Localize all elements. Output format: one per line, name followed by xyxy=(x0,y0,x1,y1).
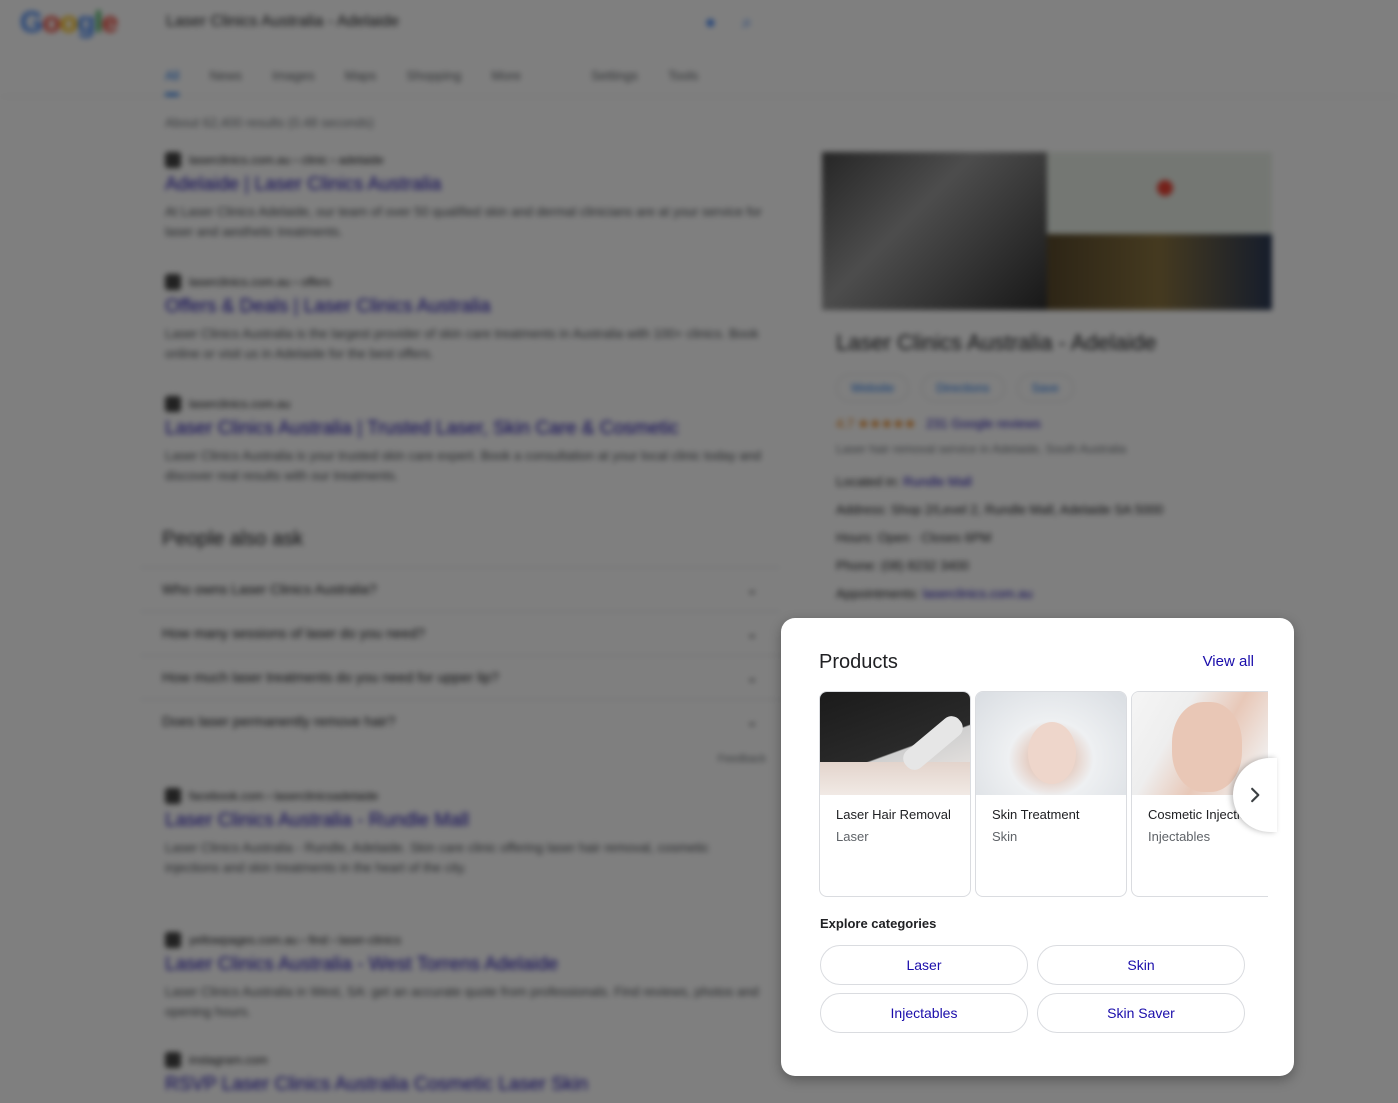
category-chip-injectables[interactable]: Injectables xyxy=(820,993,1028,1033)
view-all-link[interactable]: View all xyxy=(1203,653,1254,670)
product-name: Skin Treatment xyxy=(992,807,1080,822)
category-chip-skin[interactable]: Skin xyxy=(1037,945,1245,985)
products-carousel: Laser Hair Removal Laser Skin Treatment … xyxy=(819,691,1268,899)
product-category: Laser xyxy=(836,829,869,844)
popup-title: Products xyxy=(819,651,898,673)
product-card-laser-hair-removal[interactable]: Laser Hair Removal Laser xyxy=(819,691,971,897)
product-category: Injectables xyxy=(1148,829,1211,844)
product-image xyxy=(976,692,1126,795)
products-popup: Products View all Laser Hair Removal Las… xyxy=(781,618,1294,1076)
explore-categories-heading: Explore categories xyxy=(820,916,937,931)
product-category: Skin xyxy=(992,829,1018,844)
chevron-right-icon xyxy=(1251,787,1260,803)
category-chip-skin-saver[interactable]: Skin Saver xyxy=(1037,993,1245,1033)
category-chips: Laser Skin Injectables Skin Saver xyxy=(820,945,1246,1033)
product-name: Laser Hair Removal xyxy=(836,807,951,822)
product-card-skin-treatment[interactable]: Skin Treatment Skin xyxy=(975,691,1127,897)
product-image xyxy=(820,692,970,795)
category-chip-laser[interactable]: Laser xyxy=(820,945,1028,985)
